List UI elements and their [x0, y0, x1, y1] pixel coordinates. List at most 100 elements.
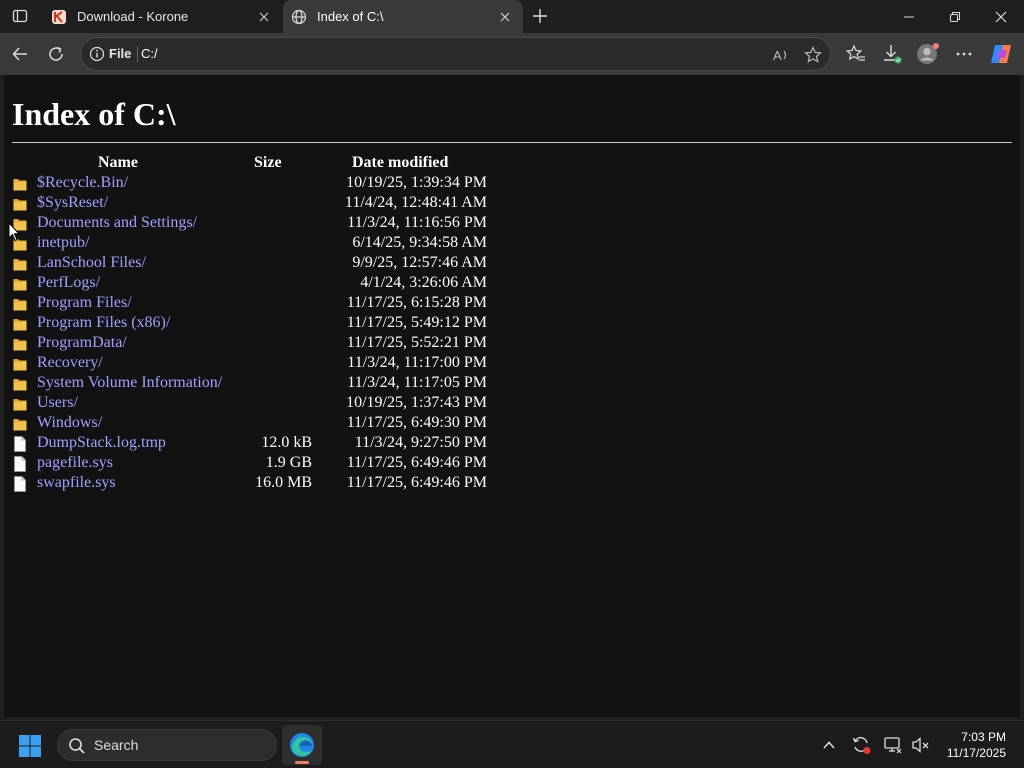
- entry-link[interactable]: ProgramData/: [37, 334, 127, 352]
- entry-link[interactable]: Program Files (x86)/: [37, 314, 170, 332]
- entry-link[interactable]: Users/: [37, 394, 78, 412]
- network-volume-button[interactable]: [908, 733, 932, 757]
- edge-icon: [290, 733, 314, 757]
- entry-link[interactable]: $SysReset/: [37, 194, 108, 212]
- entry-link[interactable]: Program Files/: [37, 294, 132, 312]
- table-row: LanSchool Files/9/9/25, 12:57:46 AM: [4, 254, 604, 274]
- url-text[interactable]: C:/: [141, 46, 158, 61]
- tab-title: Index of C:\: [317, 9, 384, 24]
- read-aloud-icon[interactable]: A: [771, 45, 791, 65]
- copilot-button[interactable]: [988, 41, 1014, 67]
- close-icon: [500, 12, 510, 21]
- file-icon: [13, 456, 27, 472]
- table-row: swapfile.sys 16.0 MB 11/17/25, 6:49:46 PM: [4, 474, 604, 494]
- system-clock[interactable]: 7:03 PM 11/17/2025: [936, 729, 1006, 761]
- entry-size: 1.9 GB: [265, 454, 312, 471]
- folder-icon: [13, 336, 27, 352]
- close-icon: [259, 12, 269, 21]
- minimize-icon: [904, 16, 914, 17]
- profile-icon: [917, 43, 939, 64]
- entry-date: 11/17/25, 5:52:21 PM: [346, 334, 487, 351]
- favorites-button[interactable]: [843, 41, 869, 67]
- sync-status-button[interactable]: [849, 733, 873, 757]
- entry-link[interactable]: swapfile.sys: [37, 474, 116, 492]
- tab-download-korone[interactable]: Download - Korone: [43, 0, 282, 33]
- page-title: Index of C:\: [12, 96, 176, 132]
- table-row: Program Files (x86)/ 11/17/25, 5:49:12 PM: [4, 314, 604, 334]
- browser-toolbar: File C:/ A: [0, 33, 1024, 75]
- back-icon: [12, 47, 27, 61]
- column-header-date[interactable]: Date modified: [352, 154, 448, 172]
- entry-link[interactable]: Documents and Settings/: [37, 214, 197, 232]
- plus-icon: [533, 9, 547, 23]
- folder-icon: [13, 296, 27, 312]
- entry-link[interactable]: Windows/: [37, 414, 102, 432]
- folder-icon: [13, 176, 27, 192]
- entry-date: 4/1/24, 3:26:06 AM: [360, 274, 487, 291]
- site-scheme-label[interactable]: File: [109, 46, 131, 61]
- divider: [12, 142, 1012, 143]
- folder-icon: [13, 256, 27, 272]
- entry-link[interactable]: System Volume Information/: [37, 374, 222, 392]
- sync-icon: [852, 737, 871, 754]
- refresh-button[interactable]: [43, 41, 69, 67]
- taskbar-edge-button[interactable]: [282, 725, 322, 765]
- entry-date: 11/17/25, 6:15:28 PM: [346, 294, 487, 311]
- address-bar[interactable]: File C:/ A: [80, 37, 831, 71]
- mouse-cursor-icon: [8, 222, 20, 242]
- entry-date: 10/19/25, 1:39:34 PM: [346, 174, 487, 191]
- column-header-name[interactable]: Name: [98, 154, 138, 172]
- entry-date: 11/17/25, 6:49:46 PM: [346, 474, 487, 491]
- page-scrollbar[interactable]: [1020, 75, 1024, 717]
- active-app-indicator: [295, 761, 309, 764]
- entry-link[interactable]: LanSchool Files/: [37, 254, 146, 272]
- restore-button[interactable]: [932, 0, 978, 33]
- entry-link[interactable]: PerfLogs/: [37, 274, 100, 292]
- entry-size: 16.0 MB: [255, 474, 312, 491]
- downloads-icon: [884, 45, 902, 64]
- svg-text:A: A: [773, 48, 782, 63]
- tab-actions-button[interactable]: [8, 5, 32, 27]
- minimize-button[interactable]: [886, 0, 932, 33]
- copilot-icon: [991, 45, 1011, 63]
- tab-title: Download - Korone: [77, 9, 189, 24]
- table-row: ProgramData/11/17/25, 5:52:21 PM: [4, 334, 604, 354]
- table-row: pagefile.sys 1.9 GB 11/17/25, 6:49:46 PM: [4, 454, 604, 474]
- table-row: DumpStack.log.tmp 12.0 kB 11/3/24, 9:27:50…: [4, 434, 604, 454]
- back-button[interactable]: [7, 41, 33, 67]
- close-window-button[interactable]: [978, 0, 1024, 33]
- downloads-button[interactable]: [879, 41, 905, 67]
- new-tab-button[interactable]: [530, 6, 550, 26]
- tab-index-of-c[interactable]: Index of C:\: [283, 0, 523, 33]
- profile-button[interactable]: [915, 41, 941, 67]
- entry-link[interactable]: pagefile.sys: [37, 454, 113, 472]
- entry-date: 11/3/24, 11:16:56 PM: [347, 214, 487, 231]
- info-icon[interactable]: [89, 46, 105, 62]
- globe-icon: [291, 9, 307, 25]
- folder-icon: [13, 396, 27, 412]
- entry-link[interactable]: DumpStack.log.tmp: [37, 434, 166, 452]
- entry-date: 11/17/25, 6:49:46 PM: [346, 454, 487, 471]
- entry-link[interactable]: Recovery/: [37, 354, 103, 372]
- table-row: Documents and Settings/11/3/24, 11:16:56…: [4, 214, 604, 234]
- show-hidden-icons-button[interactable]: [817, 733, 841, 757]
- entry-link[interactable]: inetpub/: [37, 234, 89, 252]
- korone-favicon-icon: [51, 9, 67, 25]
- star-icon[interactable]: [803, 45, 823, 65]
- close-tab-button[interactable]: [497, 9, 513, 25]
- table-row: Windows/11/17/25, 6:49:30 PM: [4, 414, 604, 434]
- entry-size: 12.0 kB: [261, 434, 312, 451]
- table-row: Users/10/19/25, 1:37:43 PM: [4, 394, 604, 414]
- close-icon: [995, 11, 1007, 22]
- windows-start-icon[interactable]: [18, 734, 42, 758]
- taskbar: Search 7:03 PM 11/17/2025: [0, 720, 1024, 768]
- clock-date: 11/17/2025: [946, 746, 1006, 760]
- taskbar-search[interactable]: Search: [57, 729, 277, 761]
- entry-link[interactable]: $Recycle.Bin/: [37, 174, 128, 192]
- close-tab-button[interactable]: [256, 9, 272, 25]
- column-header-size[interactable]: Size: [254, 154, 282, 172]
- table-row: PerfLogs/4/1/24, 3:26:06 AM: [4, 274, 604, 294]
- more-button[interactable]: [951, 41, 977, 67]
- display-settings-button[interactable]: [881, 733, 905, 757]
- folder-icon: [13, 276, 27, 292]
